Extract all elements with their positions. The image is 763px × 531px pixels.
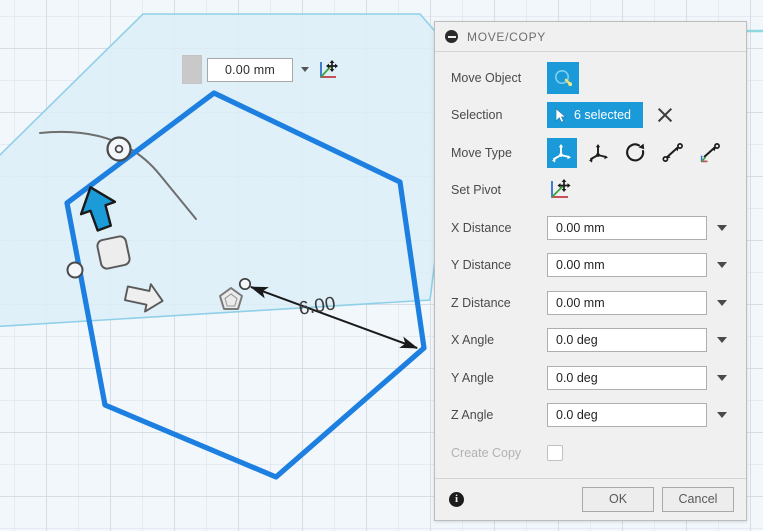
row-selection: Selection 6 selected	[435, 97, 746, 135]
z-angle-label: Z Angle	[451, 408, 494, 423]
rotate-handle	[106, 136, 132, 162]
x-distance-label: X Distance	[451, 220, 512, 235]
y-distance-input[interactable]	[547, 253, 707, 278]
move-object-icon[interactable]	[547, 61, 579, 94]
y-angle-input[interactable]	[547, 365, 707, 390]
y-angle-control	[547, 365, 727, 390]
canvas-value-toolbar[interactable]: 0.00 mm	[182, 55, 339, 84]
row-y-angle: Y Angle	[435, 359, 746, 397]
x-distance-dropdown-caret-icon[interactable]	[717, 224, 727, 231]
x-distance-input[interactable]	[547, 215, 707, 240]
info-icon[interactable]: i	[449, 491, 464, 507]
distance-angle-fields: X Distance Y Distance Z Distance X Angle Y A…	[435, 209, 746, 434]
x-angle-control	[547, 328, 727, 353]
row-move-object: Move Object	[435, 59, 746, 97]
dropdown-caret-icon[interactable]	[301, 67, 309, 72]
z-angle-control	[547, 403, 727, 428]
selection-chip[interactable]: 6 selected	[547, 102, 643, 129]
rounded-square-handle	[96, 235, 131, 270]
collapse-minus-icon[interactable]	[445, 30, 458, 43]
row-x-angle: X Angle	[435, 322, 746, 360]
x-angle-dropdown-caret-icon[interactable]	[717, 337, 727, 344]
y-angle-label: Y Angle	[451, 370, 494, 385]
row-move-type: Move Type	[435, 134, 746, 172]
y-distance-control	[547, 253, 727, 278]
y-distance-dropdown-caret-icon[interactable]	[717, 262, 727, 269]
z-angle-dropdown-caret-icon[interactable]	[717, 412, 727, 419]
ok-button[interactable]: OK	[582, 486, 654, 512]
cancel-button[interactable]: Cancel	[662, 486, 734, 512]
dimension-origin-circle	[238, 277, 252, 291]
set-pivot-label: Set Pivot	[451, 183, 502, 198]
x-distance-control	[547, 215, 727, 240]
create-copy-checkbox[interactable]	[547, 444, 563, 461]
move-type-label: Move Type	[451, 145, 512, 160]
row-set-pivot: Set Pivot	[435, 172, 746, 210]
point-to-point-icon[interactable]	[658, 138, 688, 168]
z-distance-control	[547, 290, 727, 315]
z-distance-dropdown-caret-icon[interactable]	[717, 299, 727, 306]
selection-label: Selection	[451, 108, 503, 123]
move-copy-dialog[interactable]: MOVE/COPY Move Object Selection 6 select…	[434, 21, 747, 521]
y-distance-label: Y Distance	[451, 258, 512, 273]
canvas-distance-input[interactable]: 0.00 mm	[207, 57, 293, 82]
y-angle-dropdown-caret-icon[interactable]	[717, 374, 727, 381]
color-swatch[interactable]	[182, 55, 202, 84]
cursor-arrow-icon	[555, 107, 568, 123]
z-distance-input[interactable]	[547, 290, 707, 315]
dialog-body: Move Object Selection 6 selected Move Ty…	[435, 52, 746, 478]
create-copy-label: Create Copy	[451, 445, 522, 460]
selection-chip-text: 6 selected	[574, 108, 631, 123]
x-angle-label: X Angle	[451, 333, 495, 348]
z-angle-input[interactable]	[547, 403, 707, 428]
translate-icon[interactable]	[584, 138, 614, 168]
clear-selection-x-icon[interactable]	[657, 107, 673, 123]
point-to-position-icon[interactable]	[695, 138, 725, 168]
dialog-footer: i OK Cancel	[435, 477, 746, 520]
z-distance-label: Z Distance	[451, 295, 511, 310]
row-z-angle: Z Angle	[435, 397, 746, 435]
move-pivot-icon[interactable]	[317, 59, 339, 81]
dialog-title: MOVE/COPY	[467, 29, 546, 44]
rotate-icon[interactable]	[621, 138, 651, 168]
vertex-circle-handle-left	[66, 261, 84, 279]
move-object-label: Move Object	[451, 70, 522, 85]
translate-rotate-icon[interactable]	[547, 137, 577, 168]
dialog-header[interactable]: MOVE/COPY	[435, 22, 746, 52]
set-pivot-icon[interactable]	[547, 177, 573, 203]
row-x-distance: X Distance	[435, 209, 746, 247]
row-y-distance: Y Distance	[435, 247, 746, 285]
x-angle-input[interactable]	[547, 328, 707, 353]
fusion-move-copy-screen: 6.00 0.00 mm MOVE/COPY Move Object Selec…	[0, 0, 763, 531]
row-z-distance: Z Distance	[435, 284, 746, 322]
row-create-copy: Create Copy	[435, 434, 746, 472]
